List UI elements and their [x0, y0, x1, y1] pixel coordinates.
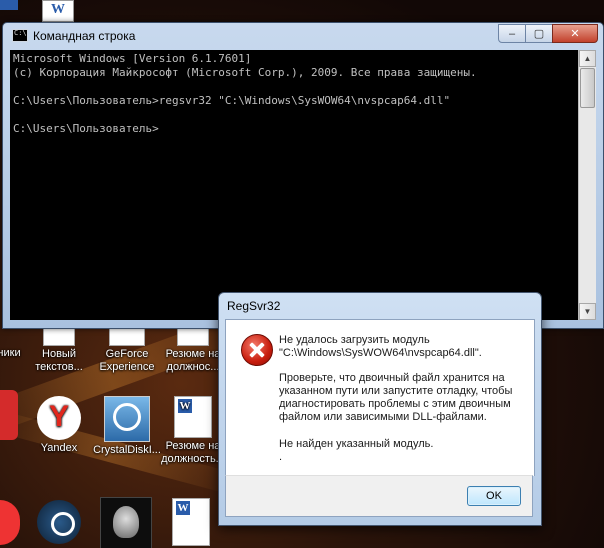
console-line: (c) Корпорация Майкрософт (Microsoft Cor…: [13, 66, 477, 79]
yandex-icon: Y: [37, 396, 81, 440]
window-controls: – ▢ ✕: [498, 24, 598, 43]
crystaldisk-icon: [104, 396, 150, 442]
error-reason: Не найден указанный модуль.: [279, 438, 434, 450]
close-button[interactable]: ✕: [552, 24, 598, 43]
scroll-down-arrow-icon[interactable]: ▼: [579, 303, 596, 320]
console-line: C:\Users\Пользователь>: [13, 122, 159, 135]
scroll-up-arrow-icon[interactable]: ▲: [579, 50, 596, 67]
vertical-scrollbar[interactable]: ▲ ▼: [578, 50, 596, 320]
error-extra: .: [279, 451, 283, 463]
dialog-title: RegSvr32: [227, 299, 281, 313]
word-doc-icon[interactable]: W: [42, 0, 74, 22]
word-doc-icon: W: [174, 396, 212, 438]
app-icon[interactable]: [100, 497, 152, 548]
scroll-thumb[interactable]: [580, 68, 595, 108]
console-line: Microsoft Windows [Version 6.1.7601]: [13, 52, 252, 65]
cmd-icon: [12, 29, 28, 42]
minimize-button[interactable]: –: [498, 24, 526, 43]
desktop-icon-label: Yandex: [40, 442, 78, 454]
desktop-icon-label: CrystalDiskI...: [93, 444, 161, 456]
dialog-body: Не удалось загрузить модуль "C:\Windows\…: [225, 319, 535, 476]
cmd-window[interactable]: Командная строка – ▢ ✕ Microsoft Windows…: [2, 22, 604, 329]
console-output[interactable]: Microsoft Windows [Version 6.1.7601] (c) …: [10, 50, 578, 320]
partial-icon[interactable]: [0, 0, 18, 10]
error-hint: Проверьте, что двоичный файл хранится на…: [279, 372, 513, 423]
partial-app-icon[interactable]: [0, 390, 18, 440]
cmd-title: Командная строка: [33, 29, 136, 43]
partial-app-icon[interactable]: [0, 500, 20, 545]
desktop-icon-yandex[interactable]: Y Yandex: [22, 396, 96, 455]
error-icon: [241, 334, 273, 366]
cmd-titlebar[interactable]: Командная строка – ▢ ✕: [3, 23, 603, 47]
steam-icon[interactable]: [37, 500, 81, 544]
dialog-footer: OK: [225, 475, 533, 517]
desktop-icon-label: Новый текстов...: [35, 348, 83, 373]
error-message: Не удалось загрузить модуль "C:\Windows\…: [279, 334, 482, 359]
word-doc-icon[interactable]: W: [172, 498, 210, 546]
ok-button[interactable]: OK: [467, 486, 521, 506]
regsvr32-dialog[interactable]: RegSvr32 Не удалось загрузить модуль "C:…: [218, 292, 542, 526]
desktop-icon-label: GeForce Experience: [99, 348, 155, 373]
desktop-icon-crystaldisk[interactable]: CrystalDiskI...: [90, 396, 164, 457]
maximize-button[interactable]: ▢: [525, 24, 553, 43]
console-line: C:\Users\Пользователь>regsvr32 "C:\Windo…: [13, 94, 451, 107]
